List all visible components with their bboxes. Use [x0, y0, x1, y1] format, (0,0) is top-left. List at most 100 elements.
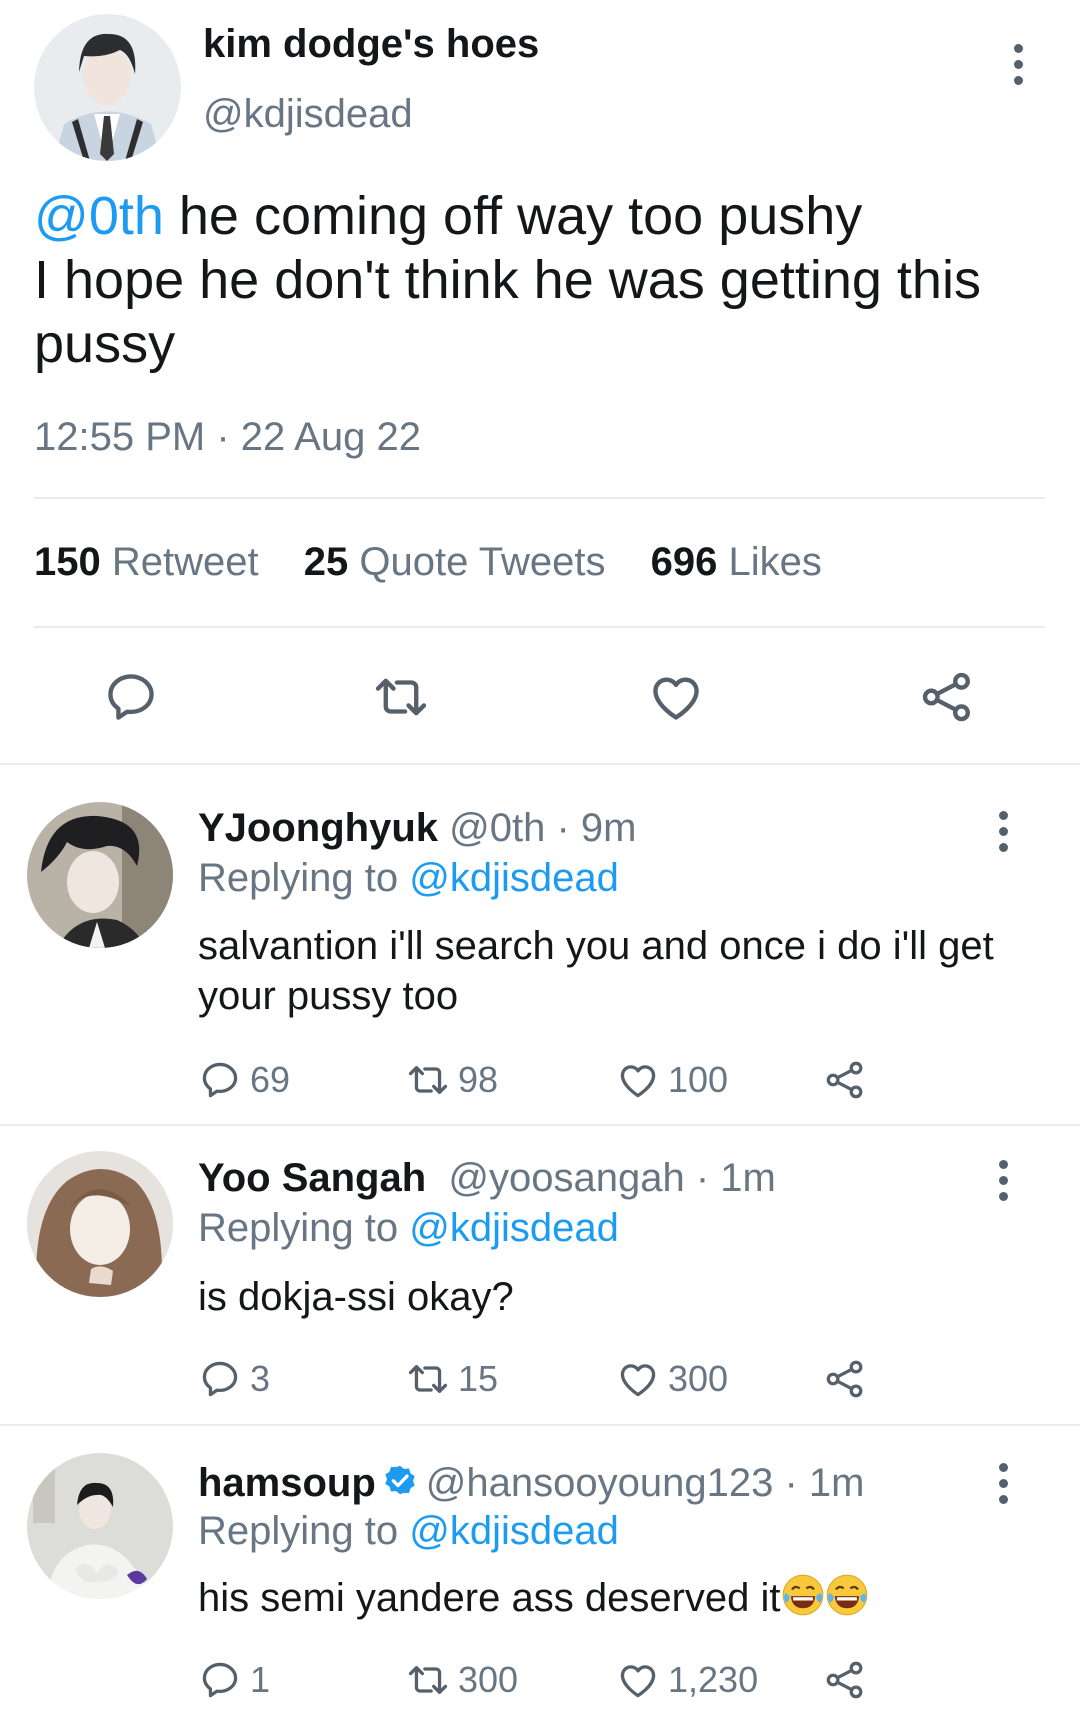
retweet-icon — [406, 1658, 450, 1702]
replying-to-prefix: Replying to — [198, 1509, 410, 1553]
reply-avatar[interactable] — [27, 802, 173, 948]
replying-to-prefix: Replying to — [198, 1206, 410, 1250]
author-avatar[interactable] — [34, 14, 181, 161]
reply-author-name[interactable]: YJoonghyuk — [198, 806, 438, 850]
replying-to: Replying to @kdjisdead — [198, 856, 619, 901]
reply-text: salvantion i'll search you and once i do… — [198, 924, 994, 1018]
quotes-stat[interactable]: 25 Quote Tweets — [304, 540, 606, 584]
like-button[interactable]: 1,230 — [616, 1658, 758, 1702]
like-icon — [616, 1658, 660, 1702]
share-icon — [823, 1658, 867, 1702]
replying-to-link[interactable]: @kdjisdead — [409, 1206, 619, 1250]
reply-actions: 3 15 300 — [198, 1357, 898, 1407]
tweet-text: @0th he coming off way too pushy I hope h… — [34, 184, 1044, 376]
replying-to: Replying to @kdjisdead — [198, 1509, 619, 1554]
laughing-emoji-icon — [781, 1573, 825, 1617]
reply-count: 1 — [250, 1659, 271, 1700]
share-button[interactable] — [823, 1658, 867, 1702]
reply-time[interactable]: 9m — [581, 806, 637, 850]
tweet-stats: 150 Retweet 25 Quote Tweets 696 Likes — [34, 540, 822, 585]
dot-separator: · — [545, 806, 581, 850]
like-icon — [616, 1058, 660, 1102]
like-icon — [616, 1357, 660, 1401]
retweets-count: 150 — [34, 540, 101, 584]
reply-text: his semi yandere ass deserved it — [198, 1576, 781, 1620]
reply-avatar[interactable] — [27, 1151, 173, 1297]
retweet-icon[interactable] — [372, 668, 430, 726]
quotes-label: Quote Tweets — [359, 540, 606, 584]
reply-time[interactable]: 1m — [809, 1461, 865, 1505]
reply-author-name[interactable]: Yoo Sangah — [198, 1156, 426, 1200]
retweet-count: 98 — [458, 1059, 499, 1100]
reply-actions: 69 98 100 — [198, 1058, 898, 1108]
kebab-menu-icon[interactable] — [996, 1160, 1010, 1201]
laughing-emoji-icon — [825, 1573, 869, 1617]
tweet-timestamp: 12:55 PM · 22 Aug 22 — [34, 415, 421, 459]
reply-author-handle[interactable]: @hansooyoung123 — [426, 1461, 774, 1505]
reply-author-handle[interactable]: @0th — [449, 806, 545, 850]
reply-count: 3 — [250, 1358, 271, 1399]
reply-author-handle[interactable]: @yoosangah — [448, 1156, 684, 1200]
share-icon[interactable] — [918, 668, 976, 726]
like-button[interactable]: 100 — [616, 1058, 728, 1102]
author-name[interactable]: kim dodge's hoes — [203, 22, 539, 67]
verified-badge-icon — [385, 1465, 415, 1495]
reply-header: YJoonghyuk @0th · 9m — [198, 806, 637, 851]
likes-count: 696 — [650, 540, 718, 584]
reply-actions: 1 300 1,230 — [198, 1658, 898, 1708]
reply-author-name[interactable]: hamsoup — [198, 1461, 376, 1505]
reply-icon — [198, 1658, 242, 1702]
reply-avatar[interactable] — [27, 1453, 173, 1599]
kebab-menu-icon[interactable] — [996, 811, 1010, 852]
retweet-count: 15 — [458, 1358, 499, 1399]
author-handle[interactable]: @kdjisdead — [203, 92, 413, 137]
reply-icon — [198, 1357, 242, 1401]
divider — [0, 1424, 1080, 1426]
retweets-stat[interactable]: 150 Retweet — [34, 540, 259, 584]
like-count: 100 — [668, 1059, 729, 1100]
replying-to-link[interactable]: @kdjisdead — [409, 856, 619, 900]
like-button[interactable]: 300 — [616, 1357, 728, 1401]
retweets-label: Retweet — [111, 540, 259, 584]
divider — [34, 497, 1045, 499]
reply-icon — [198, 1058, 242, 1102]
reply-button[interactable]: 69 — [198, 1058, 290, 1102]
divider — [34, 626, 1045, 628]
reply-count: 69 — [250, 1059, 291, 1100]
reply-header: hamsoup @hansooyoung123 · 1m — [198, 1460, 864, 1506]
retweet-icon — [406, 1357, 450, 1401]
like-count: 300 — [668, 1358, 729, 1399]
like-icon[interactable] — [647, 668, 705, 726]
like-count: 1,230 — [668, 1659, 759, 1700]
retweet-button[interactable]: 98 — [406, 1058, 498, 1102]
tweet-text-line1: he coming off way too pushy — [163, 186, 863, 246]
reply-button[interactable]: 1 — [198, 1658, 270, 1702]
replying-to-link[interactable]: @kdjisdead — [409, 1509, 619, 1553]
reply-header: Yoo Sangah @yoosangah · 1m — [198, 1156, 776, 1201]
share-button[interactable] — [823, 1058, 867, 1102]
divider — [0, 763, 1080, 765]
mention-link[interactable]: @0th — [34, 186, 164, 246]
kebab-menu-icon[interactable] — [996, 1463, 1010, 1504]
retweet-button[interactable]: 300 — [406, 1658, 518, 1702]
quotes-count: 25 — [303, 540, 349, 584]
reply-text: is dokja-ssi okay? — [198, 1275, 514, 1319]
kebab-menu-icon[interactable] — [1011, 44, 1025, 85]
retweet-button[interactable]: 15 — [406, 1357, 498, 1401]
share-icon — [823, 1357, 867, 1401]
reply-icon[interactable] — [102, 668, 160, 726]
dot-separator: · — [773, 1461, 809, 1505]
reply-time[interactable]: 1m — [720, 1156, 776, 1200]
share-icon — [823, 1058, 867, 1102]
reply-text-row: his semi yandere ass deserved it — [198, 1573, 1008, 1623]
likes-label: Likes — [728, 540, 822, 584]
likes-stat[interactable]: 696 Likes — [651, 540, 822, 584]
replying-to: Replying to @kdjisdead — [198, 1206, 619, 1251]
tweet-text-rest: I hope he don't think he was getting thi… — [34, 250, 981, 374]
dot-separator: · — [684, 1156, 721, 1200]
share-button[interactable] — [823, 1357, 867, 1401]
replying-to-prefix: Replying to — [198, 856, 410, 900]
divider — [0, 1124, 1080, 1126]
reply-button[interactable]: 3 — [198, 1357, 270, 1401]
retweet-icon — [406, 1058, 450, 1102]
